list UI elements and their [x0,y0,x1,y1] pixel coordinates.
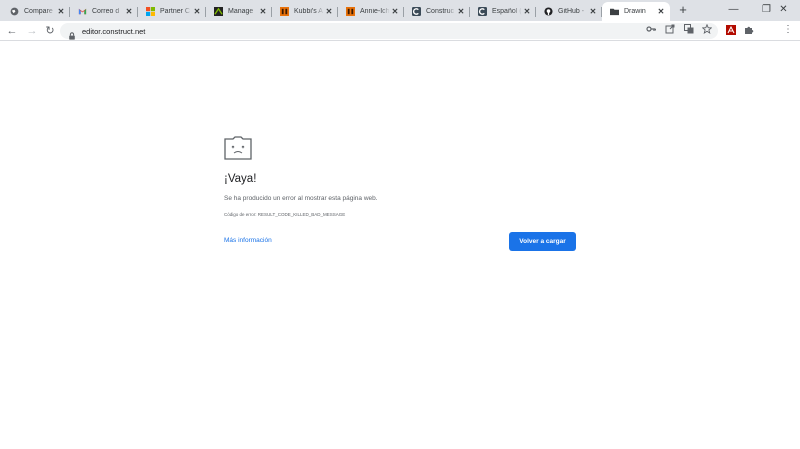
gmail-icon [78,7,87,16]
close-icon[interactable]: ✕ [588,7,598,17]
close-window-button[interactable]: ✕ [767,0,800,21]
tab-title: GitHub - [558,8,585,15]
browser-toolbar: ← → ↻ editor.construct.net ⋮ [0,21,800,41]
back-button[interactable]: ← [4,23,20,39]
tab-drawing-active[interactable]: Drawin ✕ [602,2,670,21]
reload-button[interactable]: ↻ [42,23,58,39]
tab-annie[interactable]: Annie-Ich ✕ [338,2,404,21]
tab-compare[interactable]: Compare ✕ [2,2,70,21]
construct-icon [412,7,421,16]
tab-strip: Compare ✕ Correo d ✕ Partner C ✕ Manage … [0,0,800,21]
tab-partner[interactable]: Partner C ✕ [138,2,206,21]
minimize-button[interactable]: — [717,0,750,21]
open-in-app-icon[interactable] [665,24,675,34]
close-icon[interactable]: ✕ [56,7,66,17]
error-title: ¡Vaya! [224,173,257,185]
lock-icon[interactable] [68,27,76,40]
github-icon [544,7,553,16]
new-tab-button[interactable]: + [676,3,690,17]
tab-title: Español ( [492,8,522,15]
orange-game-icon [280,7,289,16]
sad-tab-icon [224,136,252,160]
tab-kubbi[interactable]: Kubbi's A ✕ [272,2,338,21]
address-bar[interactable]: editor.construct.net [60,23,718,40]
tab-gmail[interactable]: Correo d ✕ [70,2,138,21]
url-text[interactable]: editor.construct.net [82,27,145,36]
bookmark-star-icon[interactable] [701,23,713,34]
close-icon[interactable]: ✕ [258,7,268,17]
close-icon[interactable]: ✕ [656,7,666,17]
menu-kebab-icon[interactable]: ⋮ [783,25,793,35]
globe-icon [10,7,19,16]
tab-manage[interactable]: Manage ✕ [206,2,272,21]
error-code: Código de error: RESULT_CODE_KILLED_BAD_… [224,212,346,217]
folder-icon [610,7,619,16]
tab-title: Annie-Ich [360,8,390,15]
tab-title: Drawin [624,8,646,15]
close-icon[interactable]: ✕ [124,7,134,17]
close-icon[interactable]: ✕ [522,7,532,17]
tab-github[interactable]: GitHub - ✕ [536,2,602,21]
construct-icon [478,7,487,16]
reload-page-button[interactable]: Volver a cargar [509,232,576,251]
manage-app-icon [214,7,223,16]
key-icon[interactable] [646,24,657,34]
forward-button[interactable]: → [24,23,40,39]
tab-espanol[interactable]: Español ( ✕ [470,2,536,21]
error-message: Se ha producido un error al mostrar esta… [224,195,378,202]
close-icon[interactable]: ✕ [456,7,466,17]
microsoft-icon [146,7,155,16]
tab-title: Manage [228,8,254,15]
extensions-puzzle-icon[interactable] [744,25,754,35]
translate-icon[interactable] [684,24,694,34]
tab-title: Kubbi's A [294,8,323,15]
close-icon[interactable]: ✕ [324,7,334,17]
tab-title: Compare [24,8,53,15]
tab-title: Partner C [160,8,190,15]
acrobat-extension-icon[interactable] [726,25,736,35]
orange-game-icon [346,7,355,16]
tab-title: Correo d [92,8,120,15]
close-icon[interactable]: ✕ [192,7,202,17]
tab-title: Construc [426,8,455,15]
close-icon[interactable]: ✕ [390,7,400,17]
tab-construct[interactable]: Construc ✕ [404,2,470,21]
more-info-link[interactable]: Más información [224,237,272,244]
